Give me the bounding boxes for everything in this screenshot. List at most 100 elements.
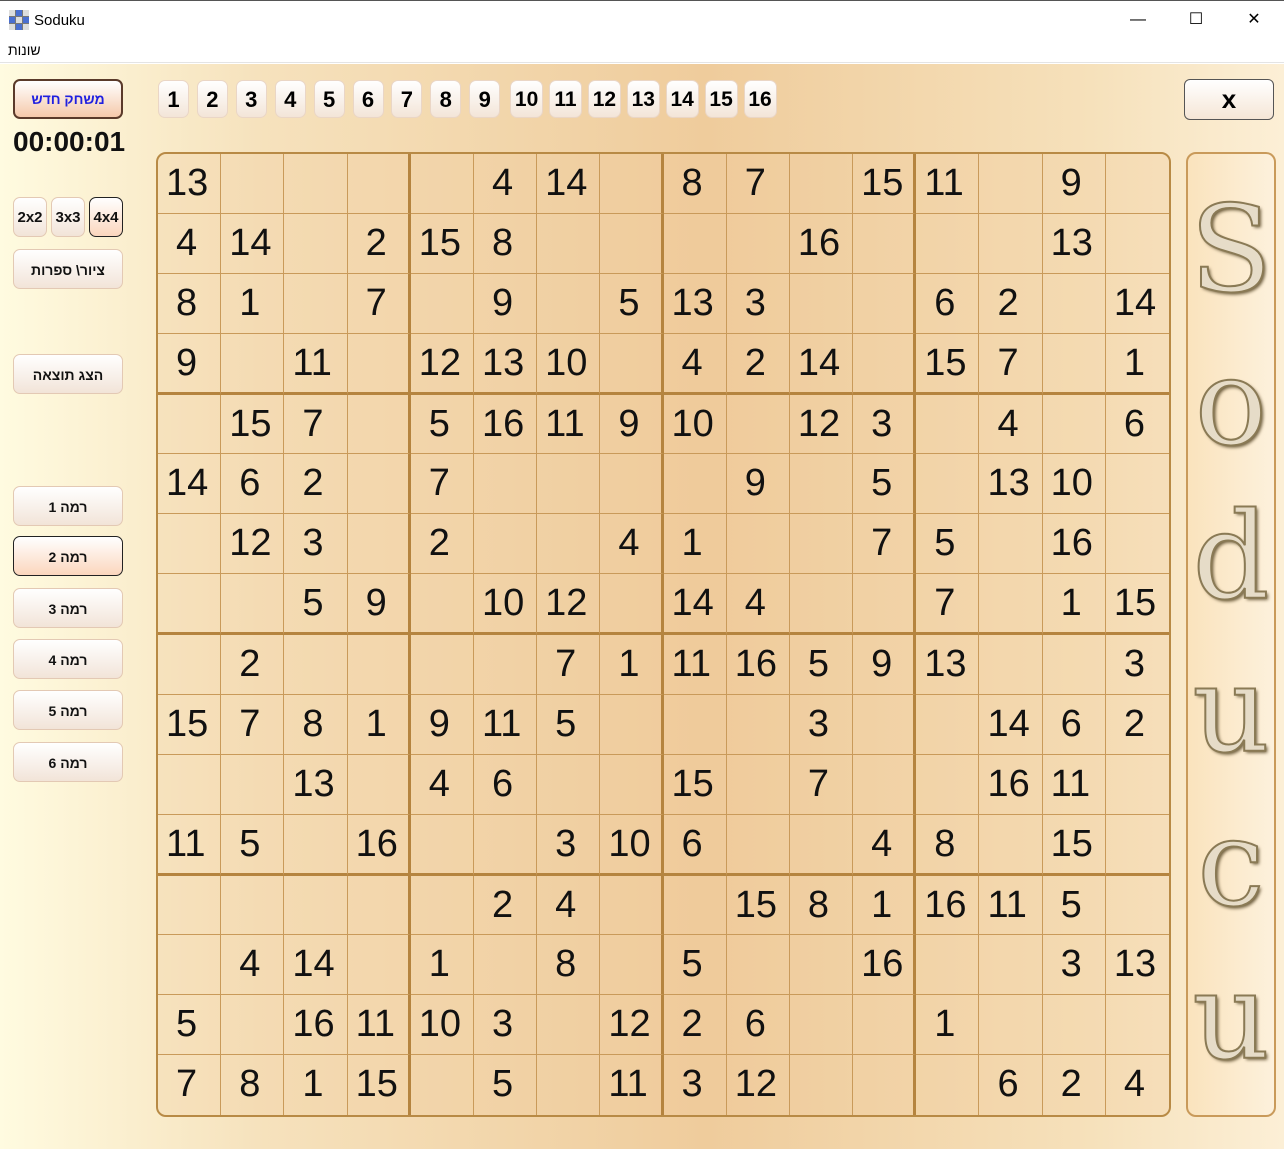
grid-cell[interactable] — [410, 1055, 474, 1115]
grid-cell[interactable]: 8 — [221, 1055, 285, 1115]
grid-cell[interactable]: 4 — [726, 574, 790, 636]
grid-cell[interactable]: 5 — [1042, 875, 1106, 936]
grid-cell[interactable]: 6 — [1105, 394, 1169, 455]
grid-cell[interactable]: 16 — [347, 814, 411, 876]
grid-cell[interactable]: 13 — [473, 333, 538, 395]
grid-cell[interactable]: 2 — [221, 635, 285, 695]
number-button-1[interactable]: 1 — [158, 80, 189, 118]
close-window-button[interactable]: ✕ — [1234, 7, 1274, 33]
grid-cell[interactable] — [1105, 454, 1169, 515]
grid-cell[interactable] — [663, 454, 727, 515]
number-button-2[interactable]: 2 — [196, 80, 228, 118]
number-button-6[interactable]: 6 — [352, 80, 384, 118]
grid-cell[interactable] — [789, 454, 854, 515]
grid-cell[interactable] — [789, 814, 854, 876]
grid-cell[interactable] — [537, 754, 601, 815]
grid-cell[interactable]: 16 — [979, 754, 1043, 815]
grid-cell[interactable] — [663, 213, 727, 274]
grid-cell[interactable] — [600, 754, 664, 815]
grid-cell[interactable]: 5 — [537, 694, 601, 755]
grid-cell[interactable] — [663, 875, 727, 936]
grid-cell[interactable] — [221, 754, 285, 815]
grid-cell[interactable] — [1105, 754, 1169, 815]
grid-cell[interactable] — [410, 814, 474, 876]
number-button-13[interactable]: 13 — [626, 80, 660, 118]
grid-cell[interactable] — [1042, 333, 1106, 395]
level-2-button[interactable]: רמה 2 — [13, 536, 123, 576]
grid-cell[interactable]: 5 — [600, 273, 664, 334]
grid-cell[interactable] — [916, 935, 980, 996]
grid-cell[interactable]: 14 — [284, 935, 348, 996]
grid-cell[interactable] — [1105, 514, 1169, 575]
grid-cell[interactable]: 4 — [410, 754, 474, 815]
grid-cell[interactable]: 10 — [663, 394, 727, 455]
grid-cell[interactable]: 4 — [853, 814, 917, 876]
grid-cell[interactable] — [789, 995, 854, 1056]
grid-cell[interactable] — [473, 635, 538, 695]
grid-cell[interactable] — [979, 995, 1043, 1056]
grid-cell[interactable] — [726, 814, 790, 876]
grid-cell[interactable]: 16 — [284, 995, 348, 1056]
grid-cell[interactable]: 4 — [221, 935, 285, 996]
grid-cell[interactable] — [284, 273, 348, 334]
minimize-button[interactable]: — — [1118, 7, 1158, 33]
grid-cell[interactable] — [410, 875, 474, 936]
grid-cell[interactable]: 4 — [979, 394, 1043, 455]
grid-cell[interactable]: 14 — [1105, 273, 1169, 334]
grid-cell[interactable] — [600, 154, 664, 214]
grid-cell[interactable]: 7 — [221, 694, 285, 755]
grid-cell[interactable]: 12 — [221, 514, 285, 575]
grid-cell[interactable] — [916, 454, 980, 515]
grid-cell[interactable] — [600, 333, 664, 395]
grid-cell[interactable]: 10 — [537, 333, 601, 395]
grid-cell[interactable]: 13 — [1042, 213, 1106, 274]
grid-cell[interactable] — [410, 574, 474, 636]
grid-cell[interactable] — [347, 333, 411, 395]
grid-cell[interactable] — [1105, 995, 1169, 1056]
grid-cell[interactable] — [473, 935, 538, 996]
number-button-14[interactable]: 14 — [665, 80, 699, 118]
grid-cell[interactable]: 3 — [1105, 635, 1169, 695]
grid-cell[interactable]: 4 — [663, 333, 727, 395]
grid-cell[interactable] — [221, 574, 285, 636]
grid-cell[interactable] — [916, 754, 980, 815]
grid-cell[interactable] — [853, 213, 917, 274]
close-game-button[interactable]: x — [1184, 79, 1274, 120]
grid-cell[interactable] — [979, 935, 1043, 996]
grid-cell[interactable] — [473, 514, 538, 575]
grid-cell[interactable]: 7 — [158, 1055, 222, 1115]
number-button-4[interactable]: 4 — [274, 80, 306, 118]
grid-cell[interactable]: 9 — [853, 635, 917, 695]
grid-cell[interactable]: 7 — [347, 273, 411, 334]
grid-cell[interactable] — [600, 574, 664, 636]
grid-cell[interactable] — [1042, 635, 1106, 695]
grid-cell[interactable]: 12 — [789, 394, 854, 455]
grid-cell[interactable]: 11 — [473, 694, 538, 755]
grid-cell[interactable]: 15 — [410, 213, 474, 274]
grid-cell[interactable]: 7 — [979, 333, 1043, 395]
grid-cell[interactable]: 15 — [663, 754, 727, 815]
grid-cell[interactable]: 7 — [726, 154, 790, 214]
grid-cell[interactable] — [284, 814, 348, 876]
grid-cell[interactable]: 15 — [916, 333, 980, 395]
draw-digits-button[interactable]: ציור\ ספרות — [13, 249, 123, 289]
grid-cell[interactable] — [789, 1055, 854, 1115]
grid-cell[interactable]: 3 — [1042, 935, 1106, 996]
grid-cell[interactable]: 1 — [916, 995, 980, 1056]
grid-cell[interactable]: 16 — [916, 875, 980, 936]
grid-cell[interactable]: 1 — [221, 273, 285, 334]
grid-cell[interactable]: 5 — [221, 814, 285, 876]
grid-cell[interactable] — [979, 514, 1043, 575]
grid-cell[interactable] — [853, 333, 917, 395]
grid-cell[interactable]: 2 — [410, 514, 474, 575]
grid-cell[interactable]: 15 — [347, 1055, 411, 1115]
grid-cell[interactable] — [1042, 995, 1106, 1056]
grid-cell[interactable] — [600, 694, 664, 755]
grid-cell[interactable] — [473, 454, 538, 515]
grid-cell[interactable]: 3 — [726, 273, 790, 334]
grid-cell[interactable]: 3 — [853, 394, 917, 455]
grid-cell[interactable] — [410, 273, 474, 334]
grid-cell[interactable]: 9 — [1042, 154, 1106, 214]
level-5-button[interactable]: רמה 5 — [13, 690, 123, 730]
grid-cell[interactable]: 6 — [663, 814, 727, 876]
